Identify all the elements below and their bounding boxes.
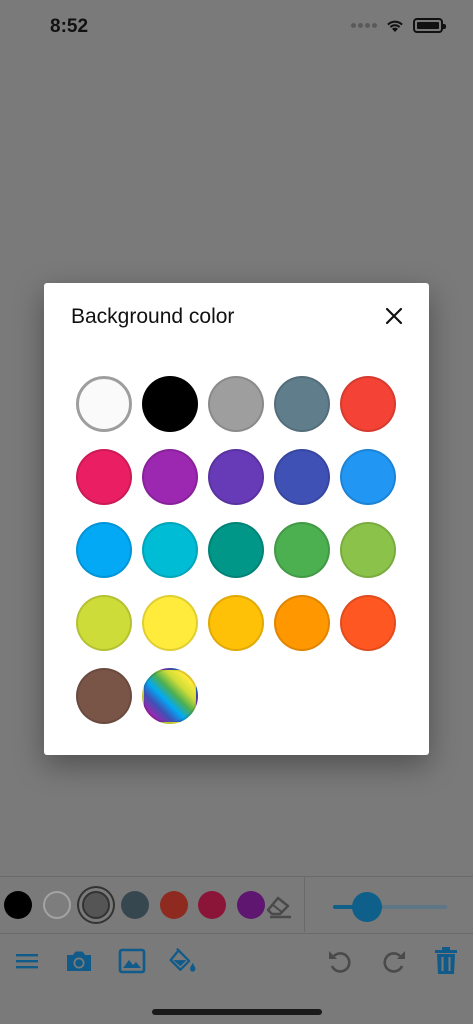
menu-icon	[16, 954, 38, 969]
palette-color-pink[interactable]	[198, 891, 226, 919]
swatch-deep-purple[interactable]	[208, 449, 264, 505]
redo-button[interactable]	[379, 946, 409, 976]
color-swatch-grid	[76, 376, 396, 724]
swatch-purple[interactable]	[142, 449, 198, 505]
background-color-dialog: Background color	[44, 283, 429, 755]
swatch-orange[interactable]	[274, 595, 330, 651]
swatch-pink[interactable]	[76, 449, 132, 505]
swatch-yellow[interactable]	[142, 595, 198, 651]
color-palette	[0, 877, 305, 932]
close-icon	[385, 307, 403, 325]
trash-icon	[435, 947, 457, 974]
palette-color-black[interactable]	[4, 891, 32, 919]
camera-icon	[67, 951, 91, 971]
status-bar: 8:52	[0, 0, 473, 54]
palette-color-red[interactable]	[160, 891, 188, 919]
swatch-white[interactable]	[76, 376, 132, 432]
image-button[interactable]	[117, 946, 147, 976]
swatch-blue-grey[interactable]	[274, 376, 330, 432]
swatch-grey[interactable]	[208, 376, 264, 432]
status-icons	[351, 18, 446, 33]
swatch-blue[interactable]	[340, 449, 396, 505]
swatch-black[interactable]	[142, 376, 198, 432]
camera-button[interactable]	[64, 946, 94, 976]
slider-thumb[interactable]	[352, 892, 383, 922]
image-icon	[118, 948, 146, 974]
swatch-amber[interactable]	[208, 595, 264, 651]
undo-icon	[329, 951, 351, 973]
swatch-teal[interactable]	[208, 522, 264, 578]
swatch-cyan[interactable]	[142, 522, 198, 578]
close-button[interactable]	[381, 303, 407, 329]
palette-color-purple[interactable]	[237, 891, 265, 919]
palette-color-white[interactable]	[43, 891, 71, 919]
swatch-green[interactable]	[274, 522, 330, 578]
dialog-title: Background color	[71, 305, 235, 328]
swatch-deep-orange[interactable]	[340, 595, 396, 651]
battery-icon	[413, 18, 446, 33]
swatch-lime[interactable]	[76, 595, 132, 651]
palette-color-blue-grey[interactable]	[121, 891, 149, 919]
drawing-toolbar	[0, 876, 473, 1024]
home-indicator	[152, 1009, 322, 1015]
palette-color-grey[interactable]	[82, 891, 110, 919]
swatch-light-blue[interactable]	[76, 522, 132, 578]
status-time: 8:52	[50, 16, 89, 37]
action-bar	[0, 933, 473, 989]
undo-button[interactable]	[325, 946, 355, 976]
redo-icon	[383, 951, 405, 973]
stroke-width-slider[interactable]	[333, 892, 447, 922]
paint-bucket-icon	[169, 947, 196, 972]
swatch-brown[interactable]	[76, 668, 132, 724]
cellular-signal-icon	[351, 23, 377, 28]
eraser-icon[interactable]	[264, 892, 294, 920]
swatch-indigo[interactable]	[274, 449, 330, 505]
wifi-icon	[387, 20, 403, 32]
delete-button[interactable]	[431, 946, 461, 976]
swatch-rainbow[interactable]	[142, 668, 198, 724]
swatch-light-green[interactable]	[340, 522, 396, 578]
menu-button[interactable]	[12, 946, 42, 976]
swatch-red[interactable]	[340, 376, 396, 432]
fill-button[interactable]	[168, 946, 198, 976]
